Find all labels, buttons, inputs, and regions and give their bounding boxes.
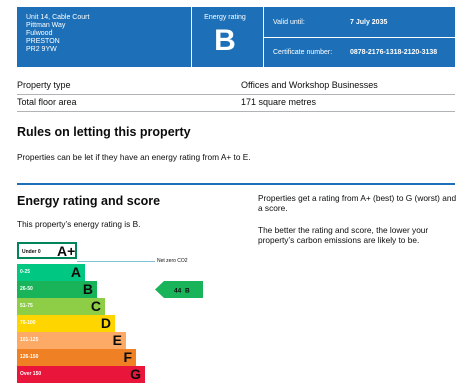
valid-until-label: Valid until: [273,19,305,26]
band-letter: F [123,349,132,365]
score-value: 44 [174,288,182,295]
letting-heading: Rules on letting this property [17,125,191,139]
address-line-3: Fulwood [26,30,53,37]
letting-text: Properties can be let if they have an en… [17,152,251,162]
epc-band-f: 126-150 F [17,349,136,366]
epc-band-d: 76-100 D [17,315,115,332]
epc-band-aplus: Under 0 A+ [17,242,77,259]
epc-band-g: Over 150 G [17,366,145,383]
rating-heading: Energy rating and score [17,194,161,208]
band-range-label: 101-125 [20,337,39,343]
score-letter: B [185,288,190,295]
floor-area-label: Total floor area [17,97,77,107]
epc-band-b: 26-50 B [17,281,97,298]
band-letter: B [82,281,93,297]
band-range-label: 51-75 [20,303,33,309]
certificate-number-value: 0878-2176-1318-2120-3138 [350,49,438,56]
address-line-2: Pittman Way [26,22,66,29]
certificate-header: Unit 14, Cable Court Pittman Way Fulwood… [17,7,455,67]
rating-explanation-2: The better the rating and score, the low… [258,225,429,245]
address-line-5: PR2 9YW [26,46,57,53]
band-range-label: Under 0 [22,249,41,255]
certificate-number-label: Certificate number: [273,49,333,56]
energy-rating-label: Energy rating [204,14,246,21]
band-letter: A+ [57,243,76,259]
net-zero-line [77,261,155,262]
net-zero-label: Net zero CO2 [157,258,188,264]
property-type-value: Offices and Workshop Businesses [241,80,378,90]
valid-until-value: 7 July 2035 [350,19,388,26]
property-type-label: Property type [17,80,71,90]
band-letter: D [100,315,111,331]
band-range-label: 0-25 [20,269,31,275]
property-type-row: Property type Offices and Workshop Busin… [17,77,455,95]
address-line-4: PRESTON [26,38,60,45]
epc-band-a: 0-25 A [17,264,85,281]
band-letter: E [112,332,122,348]
band-letter: A [70,264,81,280]
epc-band-e: 101-125 E [17,332,126,349]
current-rating-text: This property’s energy rating is B. [17,219,141,229]
band-letter: G [130,366,141,382]
band-range-label: Over 150 [20,371,42,377]
band-letter: C [90,298,101,314]
rating-explanation: Properties get a rating from A+ (best) t… [258,193,457,213]
floor-area-value: 171 square metres [241,97,317,107]
header-divider [263,37,455,38]
band-range-label: 126-150 [20,354,39,360]
address-line-1: Unit 14, Cable Court [26,14,90,21]
property-address: Unit 14, Cable Court Pittman Way Fulwood… [26,14,186,54]
epc-band-c: 51-75 C [17,298,105,315]
current-score-arrow: 44 B [155,281,203,298]
band-range-label: 26-50 [20,286,33,292]
floor-area-row: Total floor area 171 square metres [17,94,455,112]
band-range-label: 76-100 [20,320,36,326]
energy-rating-letter: B [214,24,236,57]
section-rule [17,183,455,185]
